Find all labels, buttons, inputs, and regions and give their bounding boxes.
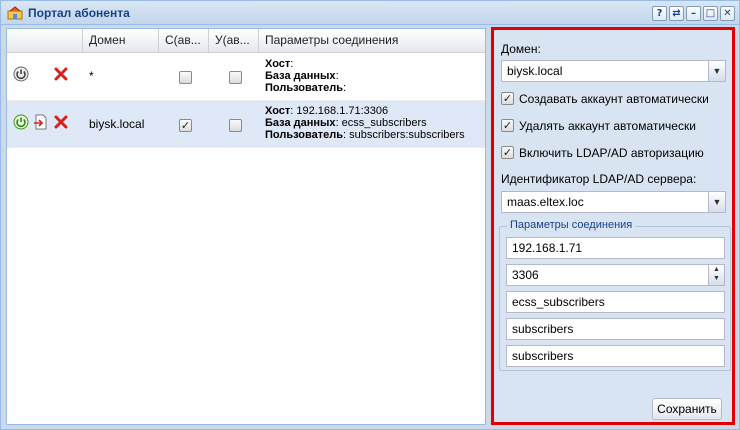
domain-combobox[interactable]: biysk.local ▼ [501,60,726,82]
column-header-auto-delete[interactable]: У(ав... [209,29,259,52]
server-id-value: maas.eltex.loc [507,195,584,209]
maximize-button[interactable]: □ [703,6,718,21]
auto-delete-checkbox[interactable] [229,119,242,132]
minimize-button[interactable]: – [686,6,701,21]
user-value: : [343,82,347,94]
connection-params-cell: Хост: 192.168.1.71:3306 База данных: ecs… [265,105,465,141]
refresh-button[interactable]: ⇄ [669,6,684,21]
column-header-connection-params[interactable]: Параметры соединения [259,29,485,52]
auto-delete-checkbox[interactable]: ✓ [501,119,514,132]
auto-create-checkbox[interactable]: ✓ [501,92,514,105]
database-label: База данных [265,70,336,82]
ldap-enable-label: Включить LDAP/AD авторизацию [519,146,704,160]
user-label: Пользователь [265,82,344,94]
domain-cell: * [89,69,94,83]
save-button[interactable]: Сохранить [652,398,722,420]
subscriber-portal-window: Портал абонента ? ⇄ – □ ✕ Домен С(ав... … [0,0,740,430]
auto-create-checkbox[interactable]: ✓ [179,119,192,132]
auto-delete-checkbox[interactable] [229,71,242,84]
server-id-label: Идентификатор LDAP/AD сервера: [501,172,697,186]
table-row[interactable]: * Хост: База данных: Пользователь: [7,54,485,101]
table-row-selected[interactable]: biysk.local ✓ Хост: 192.168.1.71:3306 Ба… [7,101,485,148]
close-button[interactable]: ✕ [720,6,735,21]
power-off-icon[interactable] [13,66,29,82]
power-on-icon[interactable] [13,114,29,130]
auto-delete-label: Удалять аккаунт автоматически [519,119,696,133]
port-value: 3306 [512,268,539,282]
host-value: : 192.168.1.71:3306 [290,105,389,117]
connection-params-legend: Параметры соединения [507,219,636,231]
auto-create-checkbox[interactable] [179,71,192,84]
grid-header: Домен С(ав... У(ав... Параметры соединен… [7,29,485,53]
server-id-combobox[interactable]: maas.eltex.loc ▼ [501,191,726,213]
host-label: Хост [265,58,291,70]
window-titlebar: Портал абонента ? ⇄ – □ ✕ [1,1,739,25]
domain-combobox-value: biysk.local [507,64,563,78]
column-header-auto-create[interactable]: С(ав... [159,29,209,52]
column-header-domain[interactable]: Домен [83,29,159,52]
host-field[interactable]: 192.168.1.71 [506,237,725,259]
ldap-settings-form: Домен: biysk.local ▼ ✓ Создавать аккаунт… [491,27,735,425]
database-label: База данных [265,117,336,129]
connection-params-cell: Хост: База данных: Пользователь: [265,58,346,94]
port-stepper[interactable]: ▲ ▼ [708,264,725,286]
domain-cell: biysk.local [89,117,145,131]
host-value: : [290,58,294,70]
database-value: : ecss_subscribers [335,117,427,129]
ldap-enable-checkbox[interactable]: ✓ [501,146,514,159]
database-field[interactable]: ecss_subscribers [506,291,725,313]
port-field[interactable]: 3306 ▲ ▼ [506,264,725,286]
window-title: Портал абонента [28,6,130,20]
database-value: : [335,70,339,82]
user-value: : subscribers:subscribers [343,129,465,141]
portal-icon [7,6,23,20]
connection-params-fieldset: Параметры соединения 192.168.1.71 3306 ▲… [499,219,731,371]
user-label: Пользователь [265,129,344,141]
auto-create-label: Создавать аккаунт автоматически [519,92,709,106]
chevron-down-icon[interactable]: ▼ [708,191,726,213]
user-field[interactable]: subscribers [506,318,725,340]
host-label: Хост [265,105,291,117]
help-button[interactable]: ? [652,6,667,21]
ldap-domains-grid: Домен С(ав... У(ав... Параметры соединен… [6,28,486,425]
export-icon[interactable] [33,114,49,130]
password-field[interactable]: subscribers [506,345,725,367]
delete-icon[interactable] [53,66,69,82]
domain-label: Домен: [501,42,541,56]
chevron-down-icon[interactable]: ▼ [708,60,726,82]
delete-icon[interactable] [53,114,69,130]
column-header-actions[interactable] [7,29,83,52]
